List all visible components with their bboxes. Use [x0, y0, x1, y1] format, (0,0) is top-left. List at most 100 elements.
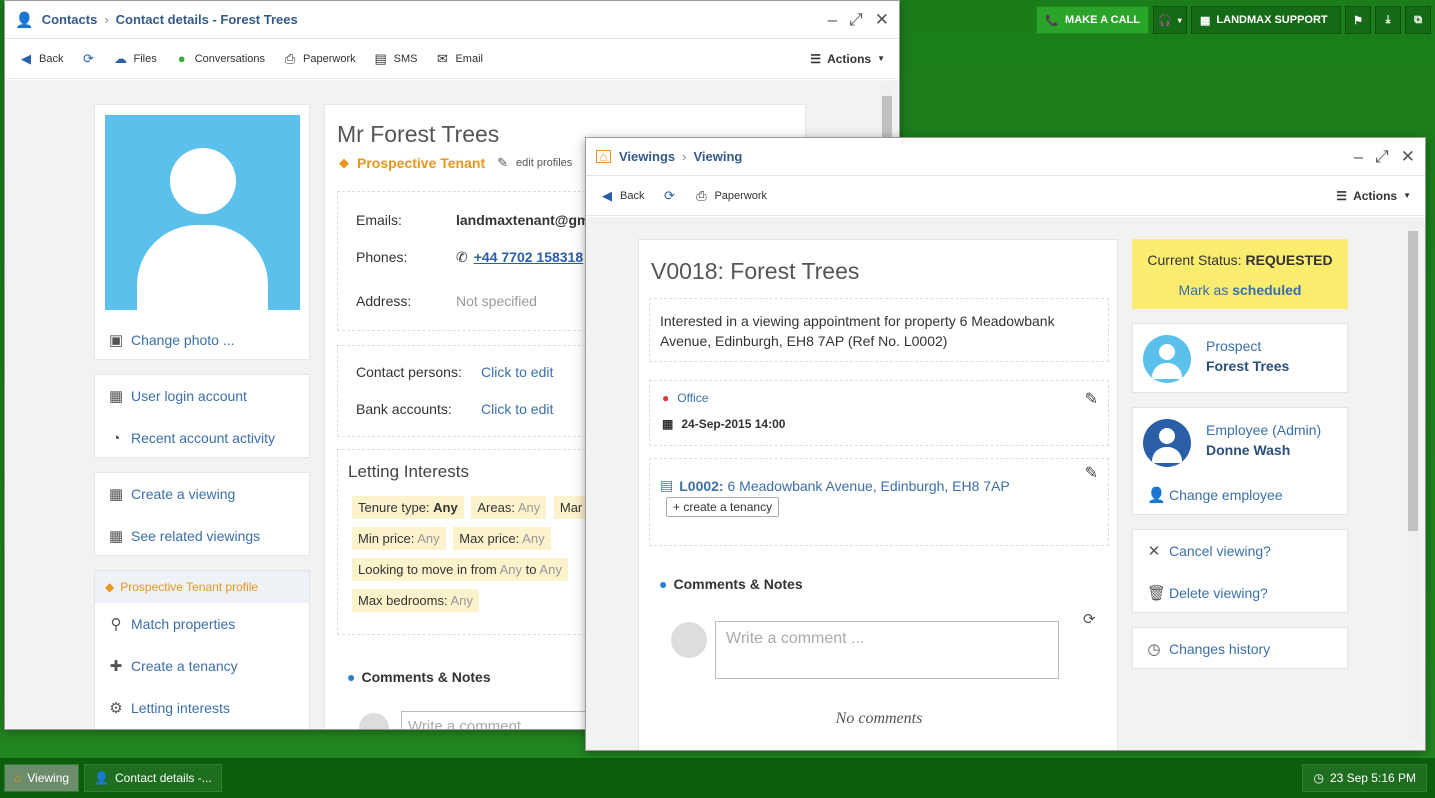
create-viewing-link[interactable]: ▦ Create a viewing — [95, 473, 309, 515]
maximize-icon[interactable]: ⤢ — [1375, 147, 1389, 167]
breadcrumb-viewings[interactable]: Viewings — [619, 149, 675, 164]
headset-button[interactable]: 🎧 ▾ — [1153, 6, 1187, 34]
envelope-icon: ✉ — [437, 50, 448, 66]
make-call-button[interactable]: 📞 MAKE A CALL — [1036, 6, 1149, 34]
mark-scheduled-link[interactable]: Mark as scheduled — [1132, 282, 1348, 298]
window-title-bar: ⌂ Viewings › Viewing – ⤢ ✕ — [586, 138, 1425, 176]
scroll-thumb[interactable] — [1408, 231, 1418, 531]
printer-icon: ⎙ — [284, 50, 296, 66]
breadcrumb-separator: › — [104, 12, 109, 27]
close-icon[interactable]: ✕ — [875, 10, 889, 30]
change-photo-link[interactable]: ▣ Change photo ... — [95, 319, 249, 361]
email-button[interactable]: ✉ Email — [435, 51, 483, 67]
actions-menu[interactable]: ☰ Actions ▼ — [1336, 189, 1411, 203]
camera-icon: ▣ — [109, 332, 124, 349]
cancel-viewing-link[interactable]: ✕ Cancel viewing? — [1133, 530, 1347, 572]
refresh-icon: ⟳ — [83, 50, 94, 66]
download-button[interactable]: ⤓ — [1375, 6, 1401, 34]
search-icon: ⚲ — [110, 616, 122, 633]
location-link[interactable]: Office — [677, 391, 708, 405]
create-tenancy-link[interactable]: ✚ Create a tenancy — [95, 645, 309, 687]
screen-button[interactable]: ⧉ — [1405, 6, 1431, 34]
phone-icon: ✆ — [456, 249, 468, 265]
paperwork-button[interactable]: ⎙ Paperwork — [283, 51, 356, 67]
calendar-list-icon: ▦ — [109, 528, 124, 545]
viewing-icon: ⌂ — [14, 771, 22, 785]
minimize-icon[interactable]: – — [1354, 147, 1363, 167]
actions-menu[interactable]: ☰ Actions ▼ — [810, 52, 885, 66]
building-icon: ▦ — [1200, 14, 1211, 27]
minimize-icon[interactable]: – — [828, 10, 837, 30]
profile-tag[interactable]: Prospective Tenant — [357, 155, 485, 171]
taskbar: ⌂ Viewing 👤 Contact details -... ◷ 23 Se… — [0, 758, 1435, 798]
status-row: Current Status: REQUESTED — [1147, 252, 1333, 268]
letting-interests-link[interactable]: ⚙ Letting interests — [95, 687, 309, 729]
files-button[interactable]: ☁ Files — [113, 51, 157, 67]
datetime-row: ▦ 24-Sep-2015 14:00 — [662, 417, 786, 431]
id-card-icon: ▦ — [109, 388, 124, 405]
status-box: Current Status: REQUESTED Mark as schedu… — [1132, 239, 1348, 309]
plus-icon: ✚ — [109, 658, 123, 675]
refresh-comments-icon[interactable]: ⟳ — [1083, 610, 1096, 628]
breadcrumb-contacts[interactable]: Contacts — [42, 12, 98, 27]
contact-persons-edit[interactable]: Click to edit — [481, 364, 553, 380]
viewing-toolbar: ◀ Back ⟳ ⎙ Paperwork ☰ Actions ▼ — [586, 176, 1425, 216]
match-properties-link[interactable]: ⚲ Match properties — [95, 603, 309, 645]
back-button[interactable]: ◀ Back — [600, 188, 644, 204]
menu-icon: ☰ — [1336, 188, 1348, 203]
prospect-name[interactable]: Forest Trees — [1206, 358, 1289, 374]
profile-tag-row: ◆ Prospective Tenant ✎ edit profiles — [339, 155, 572, 171]
window-title: Viewing — [693, 149, 743, 164]
user-login-link[interactable]: ▦ User login account — [95, 375, 309, 417]
paperwork-button[interactable]: ⎙ Paperwork — [694, 188, 767, 204]
window-title: Contact details - Forest Trees — [115, 12, 298, 27]
delete-viewing-link[interactable]: 🗑 Delete viewing? — [1133, 572, 1347, 614]
phones-row: ✆ +44 7702 158318 — [456, 249, 583, 266]
refresh-icon: ⟳ — [664, 187, 675, 203]
clock[interactable]: ◷ 23 Sep 5:16 PM — [1302, 764, 1427, 792]
comments-header: ● Comments & Notes — [347, 669, 491, 685]
comment-input[interactable]: Write a comment ... — [715, 621, 1059, 679]
tag-bedrooms: Max bedrooms: Any — [352, 589, 479, 612]
flag-button[interactable]: ⚑ — [1345, 6, 1371, 34]
emails-label: Emails: — [356, 212, 402, 228]
close-icon[interactable]: ✕ — [1401, 147, 1415, 167]
tag-tenure: Tenure type: Any — [352, 496, 464, 519]
account-card: ▦ User login account ◔ Recent account acti… — [94, 374, 310, 458]
edit-pencil-icon[interactable]: ✎ — [1085, 389, 1098, 409]
viewing-scrollbar[interactable] — [1407, 221, 1419, 741]
sms-button[interactable]: ▤ SMS — [374, 51, 417, 67]
task-contact-details[interactable]: 👤 Contact details -... — [84, 764, 222, 792]
tag-min-price: Min price: Any — [352, 527, 446, 550]
contact-persons-label: Contact persons: — [356, 364, 462, 380]
property-box: ▤ L0002: 6 Meadowbank Avenue, Edinburgh,… — [649, 458, 1109, 546]
change-employee-link[interactable]: 👤 Change employee — [1133, 474, 1297, 516]
property-link[interactable]: L0002: 6 Meadowbank Avenue, Edinburgh, E… — [679, 478, 1010, 494]
prospect-card: Prospect Forest Trees — [1132, 323, 1348, 393]
bank-accounts-label: Bank accounts: — [356, 401, 452, 417]
contact-name: Mr Forest Trees — [337, 121, 500, 147]
employee-name[interactable]: Donne Wash — [1206, 442, 1290, 458]
changes-history-link[interactable]: ◷ Changes history — [1133, 628, 1347, 670]
back-button[interactable]: ◀ Back — [19, 51, 63, 67]
history-icon: ◔ — [111, 429, 121, 447]
edit-pencil-icon[interactable]: ✎ — [1085, 463, 1098, 483]
viewing-window: ⌂ Viewings › Viewing – ⤢ ✕ ◀ Back ⟳ ⎙ Pape… — [585, 137, 1426, 751]
emails-value[interactable]: landmaxtenant@gm — [456, 212, 589, 228]
recent-activity-link[interactable]: ◔ Recent account activity — [95, 417, 309, 459]
task-viewing[interactable]: ⌂ Viewing — [4, 764, 80, 792]
viewing-heading: V0018: Forest Trees — [651, 258, 860, 284]
refresh-button[interactable]: ⟳ — [81, 51, 95, 67]
maximize-icon[interactable]: ⤢ — [849, 10, 863, 30]
profile-card: ◆ Prospective Tenant profile ⚲ Match prope… — [94, 570, 310, 729]
edit-profiles-link[interactable]: edit profiles — [516, 157, 572, 169]
see-viewings-link[interactable]: ▦ See related viewings — [95, 515, 309, 557]
create-tenancy-button[interactable]: + create a tenancy — [666, 497, 780, 517]
conversations-button[interactable]: ● Conversations — [175, 51, 265, 66]
scroll-thumb[interactable] — [882, 96, 892, 142]
viewing-main-card: V0018: Forest Trees Interested in a view… — [638, 239, 1118, 750]
refresh-button[interactable]: ⟳ — [662, 188, 676, 204]
phone-link[interactable]: +44 7702 158318 — [474, 249, 583, 266]
bank-accounts-edit[interactable]: Click to edit — [481, 401, 553, 417]
support-button[interactable]: ▦ LANDMAX SUPPORT — [1191, 6, 1341, 34]
